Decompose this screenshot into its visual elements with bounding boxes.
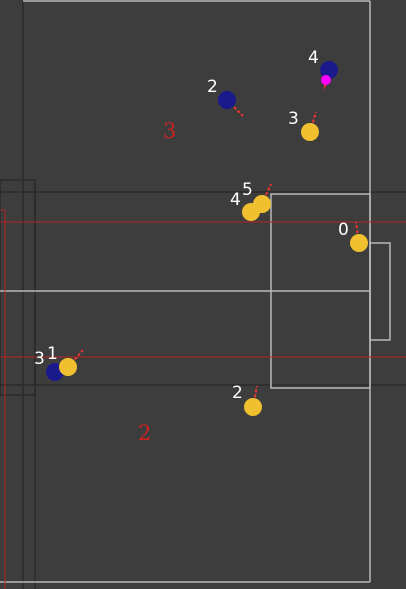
player-marker-yellow-2: [244, 398, 262, 416]
player-number-blue-2: 2: [207, 77, 218, 97]
field-background: [0, 0, 406, 589]
player-marker-yellow-3-top: [301, 123, 319, 141]
player-number-yellow-1: 1: [47, 344, 58, 364]
player-number-blue-4: 4: [308, 48, 319, 68]
player-marker-yellow-5: [253, 195, 271, 213]
player-number-yellow-0: 0: [338, 220, 349, 240]
player-number-yellow-3-top: 3: [288, 109, 299, 129]
player-number-yellow-5: 5: [242, 180, 253, 200]
player-number-yellow-2: 2: [232, 383, 243, 403]
ball: [321, 75, 331, 85]
player-number-blue-3: 3: [34, 349, 45, 369]
zone-label-2: 2: [138, 421, 151, 445]
player-marker-yellow-1: [59, 358, 77, 376]
zone-label-3: 3: [163, 119, 176, 143]
soccer-field: 3 2 4234 503 12: [0, 0, 406, 589]
player-marker-blue-2: [218, 91, 236, 109]
player-marker-yellow-0: [350, 234, 368, 252]
player-number-yellow-4: 4: [230, 190, 241, 210]
